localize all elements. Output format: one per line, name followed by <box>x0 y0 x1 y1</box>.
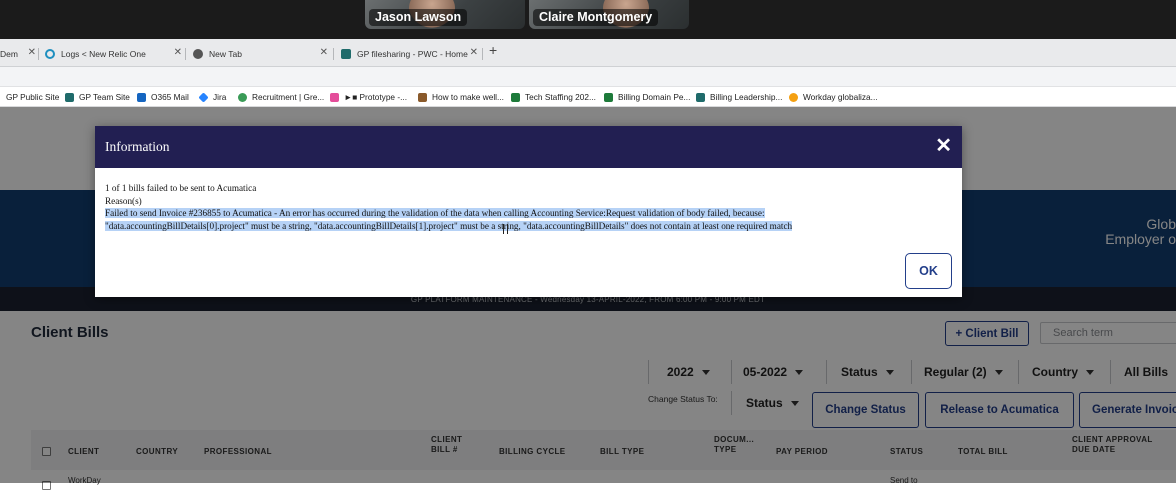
tab-separator <box>185 48 186 60</box>
address-bar-area <box>0 67 1176 87</box>
browser-tab[interactable]: GP filesharing - PWC - Home ✕ <box>341 44 478 63</box>
bookmark-label: Jira <box>213 92 227 102</box>
greenhouse-icon <box>238 92 247 102</box>
tab-label: New Tab <box>209 48 242 59</box>
bookmark-label: O365 Mail <box>151 92 189 102</box>
bookmark-label: Recruitment | Gre... <box>252 92 325 102</box>
tab-label: Dem <box>0 48 18 59</box>
outlook-icon <box>137 92 146 102</box>
tab-separator <box>38 48 39 60</box>
error-reason-text: "data.accountingBillDetails[0].project" … <box>105 220 793 231</box>
text-cursor-icon <box>503 224 508 234</box>
tab-label: Logs < New Relic One <box>61 48 146 59</box>
browser-tab[interactable]: New Tab ✕ <box>193 44 328 63</box>
excel-icon <box>604 92 613 102</box>
information-dialog: Information ✕ 1 of 1 bills failed to be … <box>95 126 962 297</box>
bookmark-label: Billing Leadership... <box>710 92 783 102</box>
bookmark-item[interactable]: GP Team Site <box>65 92 130 102</box>
sharepoint-icon <box>696 92 705 102</box>
bookmark-item[interactable]: Billing Leadership... <box>696 92 782 102</box>
bookmark-item[interactable]: Workday globaliza... <box>789 92 878 102</box>
dialog-body: 1 of 1 bills failed to be sent to Acumat… <box>105 182 955 232</box>
bookmark-label: How to make well... <box>432 92 504 102</box>
browser-tab[interactable]: Dem ✕ <box>0 44 36 63</box>
participant-tile[interactable]: Claire Montgomery <box>529 0 689 29</box>
participant-name: Jason Lawson <box>369 9 468 26</box>
dialog-title: Information <box>105 139 170 154</box>
bookmark-label: ►■ Prototype -... <box>344 92 408 102</box>
figma-icon <box>330 92 339 102</box>
bookmark-item[interactable]: O365 Mail <box>137 92 189 102</box>
participant-tile[interactable]: Jason Lawson <box>365 0 525 29</box>
bookmarks-bar: GP Public Site GP Team Site O365 Mail Ji… <box>0 88 1176 107</box>
bookmark-label: Tech Staffing 202... <box>525 92 596 102</box>
ok-button[interactable]: OK <box>905 253 952 289</box>
browser-tab[interactable]: Logs < New Relic One ✕ <box>45 44 182 63</box>
tab-label: GP filesharing - PWC - Home <box>357 48 468 59</box>
bookmark-label: GP Team Site <box>79 92 130 102</box>
new-relic-icon <box>45 48 55 59</box>
excel-icon <box>511 92 520 102</box>
close-icon[interactable]: ✕ <box>28 47 36 58</box>
sharepoint-icon <box>65 92 74 102</box>
close-icon[interactable]: ✕ <box>470 47 478 58</box>
video-call-strip: Jason Lawson Claire Montgomery <box>0 0 1176 39</box>
tab-separator <box>333 48 334 60</box>
bookmark-label: Workday globaliza... <box>803 92 878 102</box>
bookmark-item[interactable]: GP Public Site <box>6 92 59 102</box>
close-icon[interactable]: ✕ <box>320 47 328 58</box>
bookmark-item[interactable]: Tech Staffing 202... <box>511 92 596 102</box>
jira-icon <box>198 91 209 103</box>
chrome-icon <box>193 48 203 59</box>
dialog-header: Information ✕ <box>95 126 962 168</box>
error-reason-text: Failed to send Invoice #236855 to Acumat… <box>105 208 765 218</box>
bookmark-item[interactable]: How to make well... <box>418 92 504 102</box>
image-icon <box>418 92 427 102</box>
workday-icon <box>789 92 798 102</box>
new-tab-plus-icon[interactable]: + <box>489 42 497 58</box>
tab-separator <box>482 48 483 60</box>
summary-text: 1 of 1 bills failed to be sent to Acumat… <box>105 183 257 193</box>
bookmark-item[interactable]: Recruitment | Gre... <box>238 92 324 102</box>
bookmark-label: GP Public Site <box>6 92 60 102</box>
browser-tab-bar: Dem ✕ Logs < New Relic One ✕ New Tab ✕ G… <box>0 39 1176 67</box>
bookmark-item[interactable]: Jira <box>198 91 227 103</box>
bookmark-label: Billing Domain Pe... <box>618 92 691 102</box>
bookmark-item[interactable]: Billing Domain Pe... <box>604 92 690 102</box>
reasons-label: Reason(s) <box>105 195 142 206</box>
participant-name: Claire Montgomery <box>533 9 659 26</box>
close-icon[interactable]: ✕ <box>174 47 182 58</box>
close-icon[interactable]: ✕ <box>935 135 952 157</box>
bookmark-item[interactable]: ►■ Prototype -... <box>330 92 407 102</box>
sharepoint-icon <box>341 48 351 59</box>
